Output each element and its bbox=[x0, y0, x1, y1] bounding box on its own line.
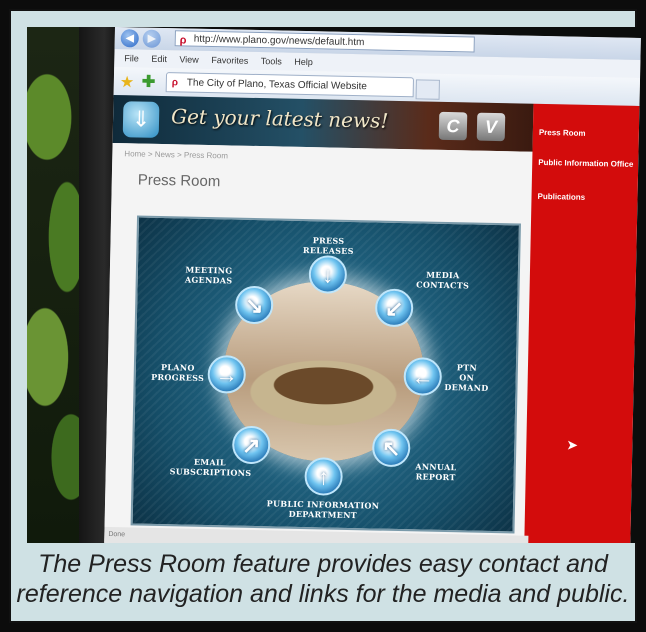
email-subscriptions-arrow-icon[interactable]: ↗ bbox=[231, 425, 271, 465]
breadcrumb[interactable]: Home > News > Press Room bbox=[124, 149, 228, 160]
media-contacts-label[interactable]: Media Contacts bbox=[408, 269, 478, 291]
ptn-on-demand-label[interactable]: PTN On Demand bbox=[441, 362, 492, 393]
add-favorite-icon[interactable]: ✚ bbox=[142, 72, 156, 92]
public-information-department-arrow-icon[interactable]: ↑ bbox=[304, 457, 344, 496]
email-subscriptions-label[interactable]: Email Subscriptions bbox=[170, 456, 252, 478]
mouse-pointer-icon: ➤ bbox=[566, 436, 579, 453]
press-releases-label[interactable]: Press Releases bbox=[288, 235, 368, 257]
sidebar-menu: Press Room Public Information Office Pub… bbox=[524, 103, 640, 543]
photo-caption: The Press Room feature provides easy con… bbox=[16, 550, 630, 608]
tab-title: The City of Plano, Texas Official Websit… bbox=[186, 77, 368, 93]
new-tab-button[interactable] bbox=[415, 79, 440, 100]
sidebar-item-press-room[interactable]: Press Room bbox=[539, 128, 586, 138]
annual-report-arrow-icon[interactable]: ↖ bbox=[371, 428, 411, 468]
press-room-graphic: Press Releases ↓ Media Contacts ↙ PTN On… bbox=[130, 215, 521, 534]
favorites-star-icon[interactable]: ★ bbox=[120, 72, 135, 92]
media-contacts-arrow-icon[interactable]: ↙ bbox=[374, 288, 414, 328]
sidebar-item-public-information-office[interactable]: Public Information Office bbox=[538, 158, 633, 169]
meeting-agendas-label[interactable]: Meeting Agendas bbox=[176, 264, 242, 286]
menu-favorites[interactable]: Favorites bbox=[211, 55, 248, 66]
sidebar-item-publications[interactable]: Publications bbox=[537, 192, 585, 202]
banner-tagline: Get your latest news! bbox=[170, 104, 389, 133]
main-content: Home > News > Press Room Press Room Pres… bbox=[104, 142, 533, 543]
site-banner: ⇓ Get your latest news! C V bbox=[112, 94, 534, 152]
screen-photo: ◀ ▶ ρ http://www.plano.gov/news/default.… bbox=[27, 27, 641, 543]
menu-tools[interactable]: Tools bbox=[261, 56, 282, 66]
annual-report-label[interactable]: Annual Report bbox=[406, 461, 466, 482]
forward-icon[interactable]: ▶ bbox=[142, 29, 161, 48]
public-information-department-label[interactable]: Public Information Department bbox=[263, 498, 383, 521]
down-arrow-logo-icon[interactable]: ⇓ bbox=[122, 101, 160, 138]
url-field[interactable]: ρ http://www.plano.gov/news/default.htm bbox=[174, 30, 475, 53]
url-text: http://www.plano.gov/news/default.htm bbox=[193, 33, 365, 49]
slide-frame: ◀ ▶ ρ http://www.plano.gov/news/default.… bbox=[9, 9, 641, 623]
banner-c-button[interactable]: C bbox=[438, 111, 468, 141]
site-favicon-icon: ρ bbox=[179, 34, 187, 47]
back-icon[interactable]: ◀ bbox=[120, 29, 139, 48]
browser-tab[interactable]: ρ The City of Plano, Texas Official Webs… bbox=[165, 72, 415, 98]
menu-edit[interactable]: Edit bbox=[151, 54, 167, 64]
tab-favicon-icon: ρ bbox=[171, 77, 179, 89]
menu-help[interactable]: Help bbox=[294, 57, 313, 67]
browser-window: ◀ ▶ ρ http://www.plano.gov/news/default.… bbox=[104, 27, 641, 543]
plano-progress-label[interactable]: Plano Progress bbox=[150, 362, 206, 383]
page-title: Press Room bbox=[137, 171, 221, 191]
banner-v-button[interactable]: V bbox=[476, 112, 506, 142]
menu-view[interactable]: View bbox=[179, 54, 199, 64]
ptn-on-demand-arrow-icon[interactable]: ← bbox=[403, 357, 443, 396]
menu-file[interactable]: File bbox=[124, 53, 139, 63]
